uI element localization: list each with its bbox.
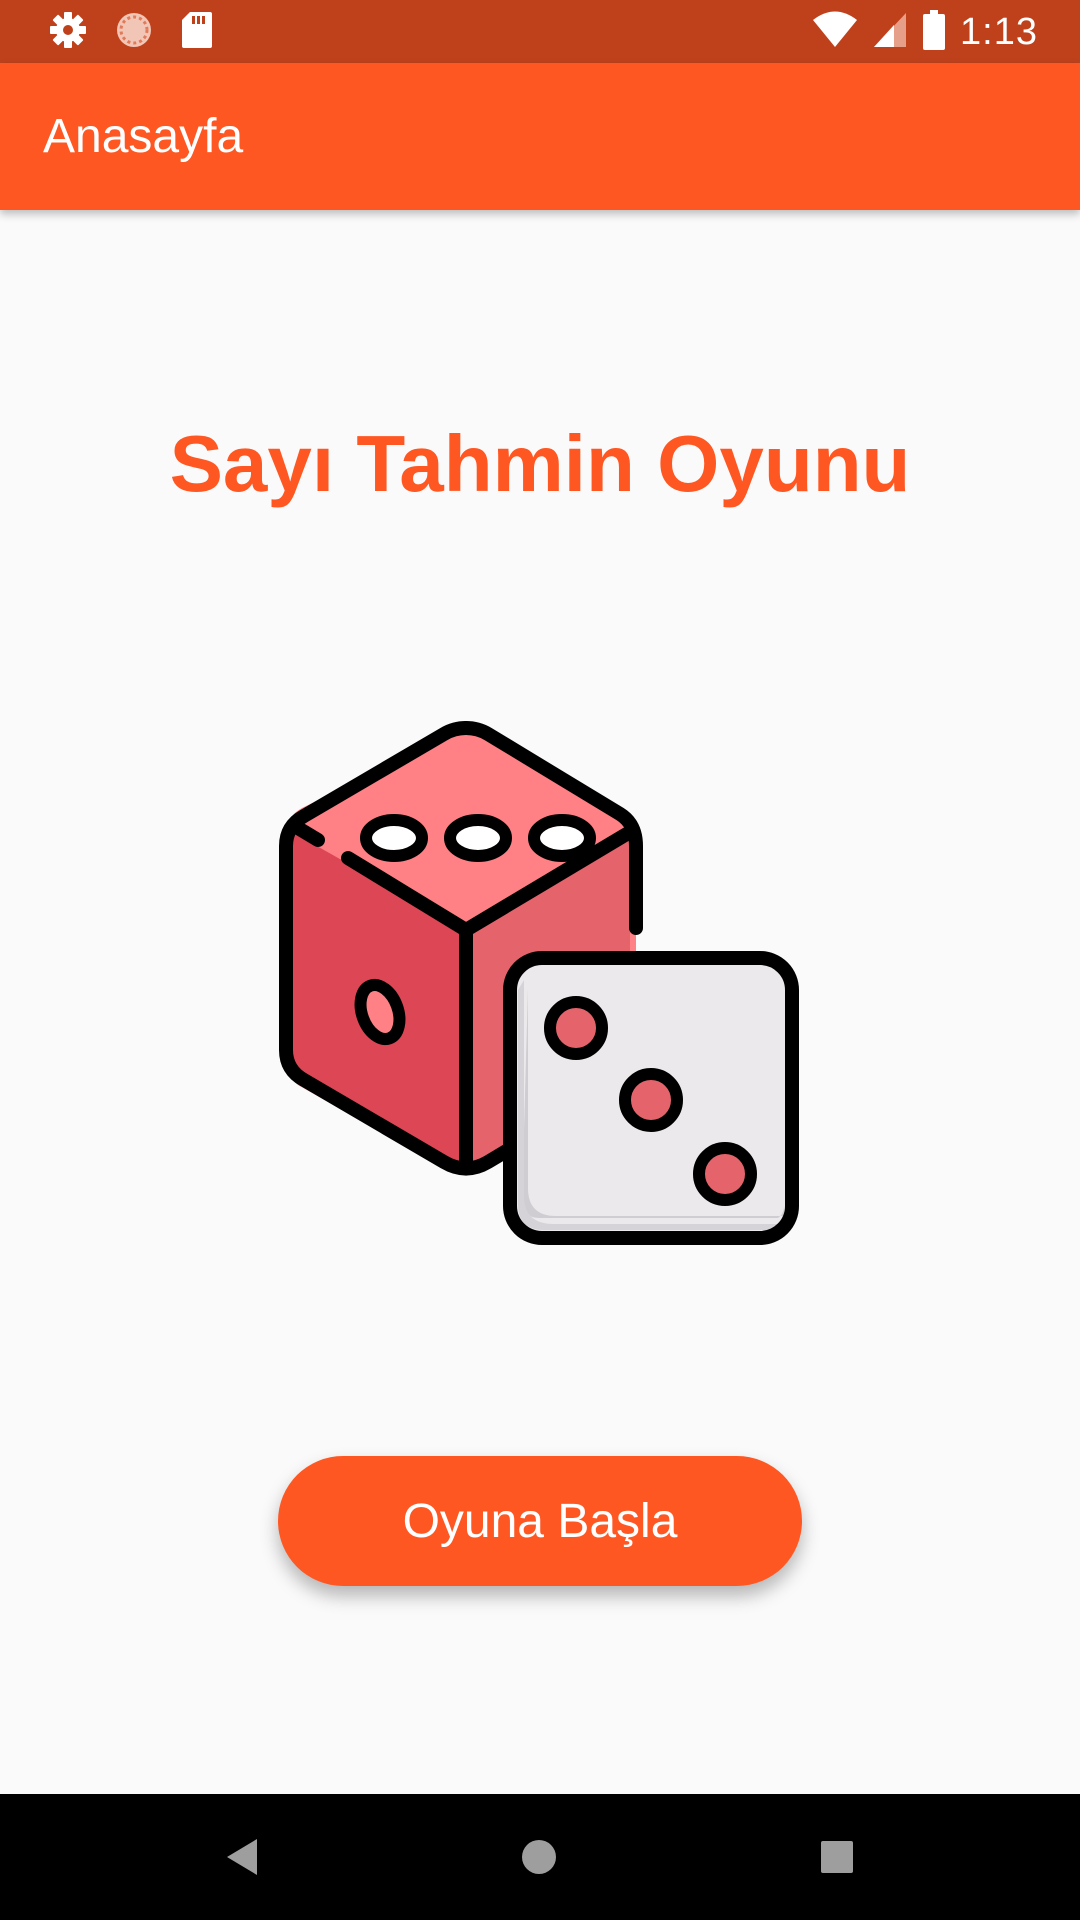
status-left-icons (48, 10, 214, 55)
app-bar: Anasayfa (0, 63, 1080, 210)
status-bar: 1:13 (0, 0, 1080, 63)
page-heading: Sayı Tahmin Oyunu (169, 419, 911, 508)
start-game-button[interactable]: Oyuna Başla (278, 1456, 802, 1586)
status-time: 1:13 (960, 10, 1038, 53)
sd-card-icon (180, 10, 214, 55)
sync-icon (114, 10, 154, 55)
recents-icon[interactable] (804, 1824, 870, 1890)
cell-signal-icon (872, 11, 908, 54)
dice-icon (278, 718, 804, 1252)
gear-icon (48, 10, 88, 55)
battery-icon (922, 9, 946, 55)
back-icon[interactable] (208, 1824, 274, 1890)
navigation-bar (0, 1794, 1080, 1920)
home-icon[interactable] (506, 1824, 572, 1890)
app-bar-title: Anasayfa (43, 110, 244, 163)
wifi-icon (812, 11, 858, 54)
status-right-icons: 1:13 (812, 9, 1038, 55)
